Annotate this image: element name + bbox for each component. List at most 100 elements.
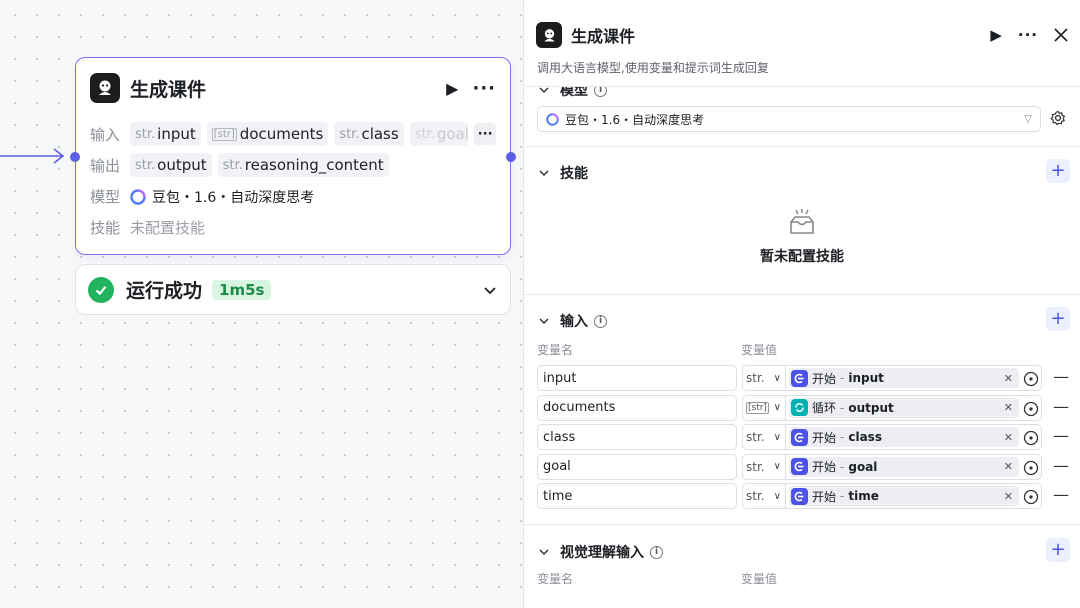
doubao-model-icon [546,112,559,126]
input-chip: str. input [130,122,201,146]
variable-picker-icon[interactable] [1023,401,1039,417]
node-skill-row: 技能 未配置技能 [90,219,206,237]
variable-value-field[interactable]: 循环 - output ✕ [786,394,1042,421]
variable-picker-icon[interactable] [1023,430,1039,446]
variable-type-select[interactable]: [str] ∨ [742,394,786,421]
node-outputs-row: 输出 str. output str. reasoning_content [90,153,496,177]
variable-name-input[interactable]: goal [537,453,737,480]
doubao-model-icon [130,188,146,205]
more-inputs-button[interactable]: ··· [474,123,496,145]
start-node-icon [791,369,808,387]
panel-description: 调用大语言模型,使用变量和提示词生成回复 [537,61,769,75]
output-chip: str. reasoning_content [217,153,389,177]
variable-reference-chip: 开始 - time ✕ [789,486,1019,506]
chevron-down-icon: ∨ [773,461,781,472]
start-node-icon [791,487,808,505]
more-dots-icon[interactable]: ··· [472,78,496,99]
clear-icon[interactable]: ✕ [1004,372,1013,385]
chevron-down-icon: ∨ [773,372,781,384]
add-skill-button[interactable]: + [1046,159,1070,183]
output-chip: str. output [130,153,212,177]
variable-reference-chip: 开始 - input ✕ [789,368,1019,388]
variable-value-field[interactable]: 开始 - goal ✕ [786,453,1042,480]
node-title: 生成课件 [130,78,207,101]
model-select[interactable]: 豆包・1.6・自动深度思考 ▽ [537,106,1041,132]
variable-value-field[interactable]: 开始 - time ✕ [786,483,1042,509]
divider [524,524,1080,525]
skills-section-title[interactable]: 技能 [538,163,588,183]
add-input-button[interactable]: + [1046,307,1070,331]
clear-icon[interactable]: ✕ [1004,460,1013,473]
skills-empty-state: 暂未配置技能 [524,208,1080,266]
variable-picker-icon[interactable] [1023,460,1039,476]
run-status-bar[interactable]: 运行成功 1m5s [75,264,511,315]
variable-name-input[interactable]: documents [537,394,737,421]
chevron-down-icon[interactable] [482,282,498,298]
column-header-name: 变量名 [537,343,574,357]
info-icon: i [594,314,607,328]
variable-row: goal str. ∨ 开始 - goal ✕ — [537,453,1069,480]
variable-row: time str. ∨ 开始 - time ✕ — [537,483,1069,509]
variable-name-input[interactable]: input [537,365,737,391]
input-chip: [str] documents [206,122,329,146]
divider [524,294,1080,295]
model-section-title[interactable]: 模型 i [538,87,607,100]
panel-header: 生成课件 ▶ ··· [536,22,1068,48]
divider [524,146,1080,147]
remove-variable-button[interactable]: — [1053,485,1069,504]
variable-row: documents [str] ∨ 循环 - output ✕ — [537,394,1069,421]
play-icon[interactable]: ▶ [990,26,1002,44]
variable-row: input str. ∨ 开始 - input ✕ — [537,365,1069,391]
duration-badge: 1m5s [212,279,272,300]
vision-section-title[interactable]: 视觉理解输入 i [538,542,663,562]
variable-type-select[interactable]: str. ∨ [742,483,786,509]
remove-variable-button[interactable]: — [1053,397,1069,416]
remove-variable-button[interactable]: — [1053,367,1069,386]
info-icon: i [650,545,663,559]
remove-variable-button[interactable]: — [1053,426,1069,445]
node-inputs-row: 输入 str. input [str] documents str. class st… [90,122,496,146]
variable-picker-icon[interactable] [1023,371,1039,387]
variable-picker-icon[interactable] [1023,489,1039,505]
input-handle[interactable] [70,152,80,162]
node-model-value: 豆包・1.6・自动深度思考 [152,189,315,206]
start-node-icon [791,428,808,446]
llm-node-card[interactable]: 生成课件 ▶ ··· 输入 str. input [str] documents s… [70,57,516,255]
output-handle[interactable] [506,152,516,162]
chevron-down-icon: ∨ [773,402,781,413]
divider [524,86,1080,87]
variable-reference-chip: 开始 - goal ✕ [789,456,1019,477]
bot-logo-icon [536,22,562,48]
node-header: 生成课件 ▶ ··· [90,73,496,103]
node-settings-panel: 生成课件 ▶ ··· 调用大语言模型,使用变量和提示词生成回复 模型 i 豆包・1… [523,0,1080,608]
variable-value-field[interactable]: 开始 - input ✕ [786,365,1042,391]
chevron-down-icon: ▽ [1024,113,1032,125]
node-model-row: 模型 豆包・1.6・自动深度思考 [90,188,315,206]
play-icon[interactable]: ▶ [446,79,458,98]
variable-name-input[interactable]: class [537,424,737,450]
variable-value-field[interactable]: 开始 - class ✕ [786,424,1042,450]
chevron-down-icon: ∨ [773,490,781,502]
remove-variable-button[interactable]: — [1053,456,1069,475]
column-header-value: 变量值 [741,343,778,357]
clear-icon[interactable]: ✕ [1004,490,1013,503]
add-vision-input-button[interactable]: + [1046,538,1070,562]
loop-node-icon [791,399,808,416]
variable-row: class str. ∨ 开始 - class ✕ — [537,424,1069,450]
variable-name-input[interactable]: time [537,483,737,509]
column-header-name: 变量名 [537,572,574,586]
variable-type-select[interactable]: str. ∨ [742,453,786,480]
panel-title: 生成课件 [571,27,636,46]
variable-reference-chip: 开始 - class ✕ [789,427,1019,447]
variable-type-select[interactable]: str. ∨ [742,365,786,391]
variable-type-select[interactable]: str. ∨ [742,424,786,450]
input-chip: str. goal [409,122,469,146]
node-skill-value: 未配置技能 [130,219,206,237]
more-dots-icon[interactable]: ··· [1018,26,1038,44]
clear-icon[interactable]: ✕ [1004,401,1013,414]
clear-icon[interactable]: ✕ [1004,431,1013,444]
close-icon[interactable] [1054,28,1068,42]
chevron-down-icon: ∨ [773,431,781,443]
input-section-title[interactable]: 输入 i [538,311,607,331]
gear-icon[interactable] [1050,110,1066,126]
